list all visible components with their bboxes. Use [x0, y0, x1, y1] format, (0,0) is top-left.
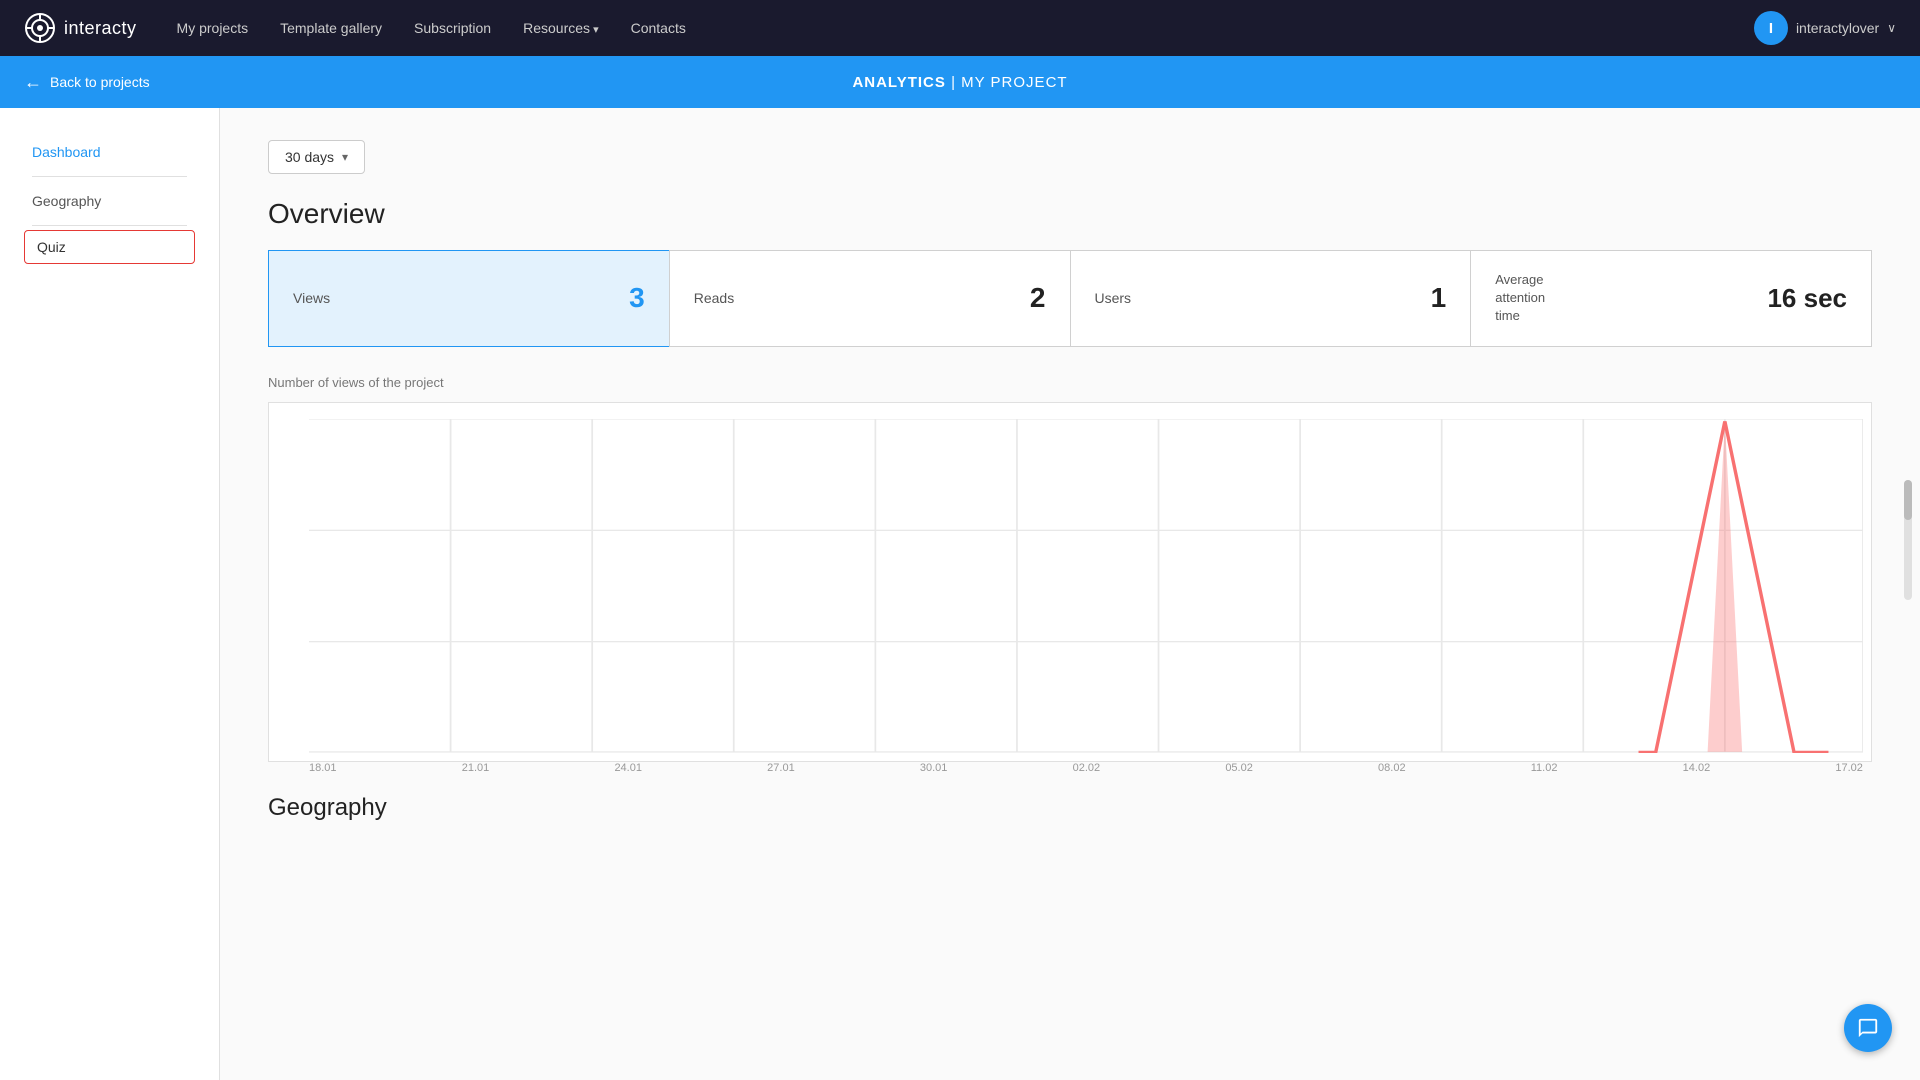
back-arrow-icon: ← — [24, 72, 42, 93]
dropdown-arrow-icon: ▾ — [342, 150, 348, 164]
main-layout: Dashboard Geography Quiz 30 days ▾ Overv… — [0, 108, 1920, 1080]
chat-icon — [1857, 1017, 1879, 1039]
nav-subscription[interactable]: Subscription — [414, 20, 491, 36]
sidebar-item-quiz[interactable]: Quiz — [24, 230, 195, 264]
overview-title: Overview — [268, 198, 1872, 230]
x-label-8: 08.02 — [1378, 762, 1406, 774]
x-label-6: 02.02 — [1073, 762, 1101, 774]
views-chart: 0 1 2 3 — [309, 419, 1863, 753]
scrollbar[interactable] — [1904, 480, 1912, 600]
users-value: 1 — [1431, 282, 1447, 314]
main-content: 30 days ▾ Overview Views 3 Reads 2 Users… — [220, 108, 1920, 1080]
back-label: Back to projects — [50, 74, 150, 90]
logo-text: interacty — [64, 18, 137, 39]
nav-my-projects[interactable]: My projects — [177, 20, 249, 36]
attention-value: 16 sec — [1767, 283, 1847, 314]
x-label-3: 24.01 — [614, 762, 642, 774]
x-axis-labels: 18.01 21.01 24.01 27.01 30.01 02.02 05.0… — [309, 758, 1863, 774]
date-range-dropdown[interactable]: 30 days ▾ — [268, 140, 365, 174]
x-label-9: 11.02 — [1531, 762, 1558, 774]
x-label-11: 17.02 — [1835, 762, 1863, 774]
top-navigation: interacty My projects Template gallery S… — [0, 0, 1920, 56]
metric-cards: Views 3 Reads 2 Users 1 Averageattention… — [268, 250, 1872, 347]
sidebar-divider-2 — [32, 225, 187, 226]
x-label-10: 14.02 — [1683, 762, 1711, 774]
nav-contacts[interactable]: Contacts — [631, 20, 686, 36]
dropdown-label: 30 days — [285, 149, 334, 165]
sidebar-divider — [32, 176, 187, 177]
x-label-1: 18.01 — [309, 762, 337, 774]
sidebar-item-geography[interactable]: Geography — [0, 181, 219, 221]
views-label: Views — [293, 290, 330, 306]
metric-card-views: Views 3 — [268, 250, 669, 347]
nav-resources[interactable]: Resources — [523, 20, 599, 36]
nav-template-gallery[interactable]: Template gallery — [280, 20, 382, 36]
reads-value: 2 — [1030, 282, 1046, 314]
user-name: interactylover — [1796, 20, 1879, 36]
sidebar: Dashboard Geography Quiz — [0, 108, 220, 1080]
x-label-7: 05.02 — [1225, 762, 1253, 774]
user-chevron-icon: ∨ — [1887, 21, 1896, 35]
scroll-thumb[interactable] — [1904, 480, 1912, 520]
chart-container: 0 1 2 3 18.01 21.01 24.01 27.01 30.01 02… — [268, 402, 1872, 762]
x-label-5: 30.01 — [920, 762, 948, 774]
x-label-4: 27.01 — [767, 762, 795, 774]
analytics-title: ANALYTICS | MY PROJECT — [852, 74, 1067, 91]
nav-links: My projects Template gallery Subscriptio… — [177, 20, 1754, 36]
sidebar-item-dashboard[interactable]: Dashboard — [0, 132, 219, 172]
users-label: Users — [1095, 290, 1132, 306]
logo[interactable]: interacty — [24, 12, 137, 44]
views-value: 3 — [629, 282, 645, 314]
separator: | — [951, 74, 961, 91]
reads-label: Reads — [694, 290, 734, 306]
analytics-bar: ← Back to projects ANALYTICS | MY PROJEC… — [0, 56, 1920, 108]
back-to-projects-button[interactable]: ← Back to projects — [24, 72, 150, 93]
chat-button[interactable] — [1844, 1004, 1892, 1052]
user-avatar: I — [1754, 11, 1788, 45]
attention-label: Averageattentiontime — [1495, 271, 1545, 326]
user-menu[interactable]: I interactylover ∨ — [1754, 11, 1896, 45]
project-name: MY PROJECT — [961, 74, 1067, 91]
logo-icon — [24, 12, 56, 44]
x-label-2: 21.01 — [462, 762, 490, 774]
chart-subtitle: Number of views of the project — [268, 375, 1872, 390]
metric-card-users: Users 1 — [1070, 250, 1471, 347]
metric-card-attention: Averageattentiontime 16 sec — [1470, 250, 1872, 347]
geography-section-title: Geography — [268, 794, 1872, 822]
metric-card-reads: Reads 2 — [669, 250, 1070, 347]
